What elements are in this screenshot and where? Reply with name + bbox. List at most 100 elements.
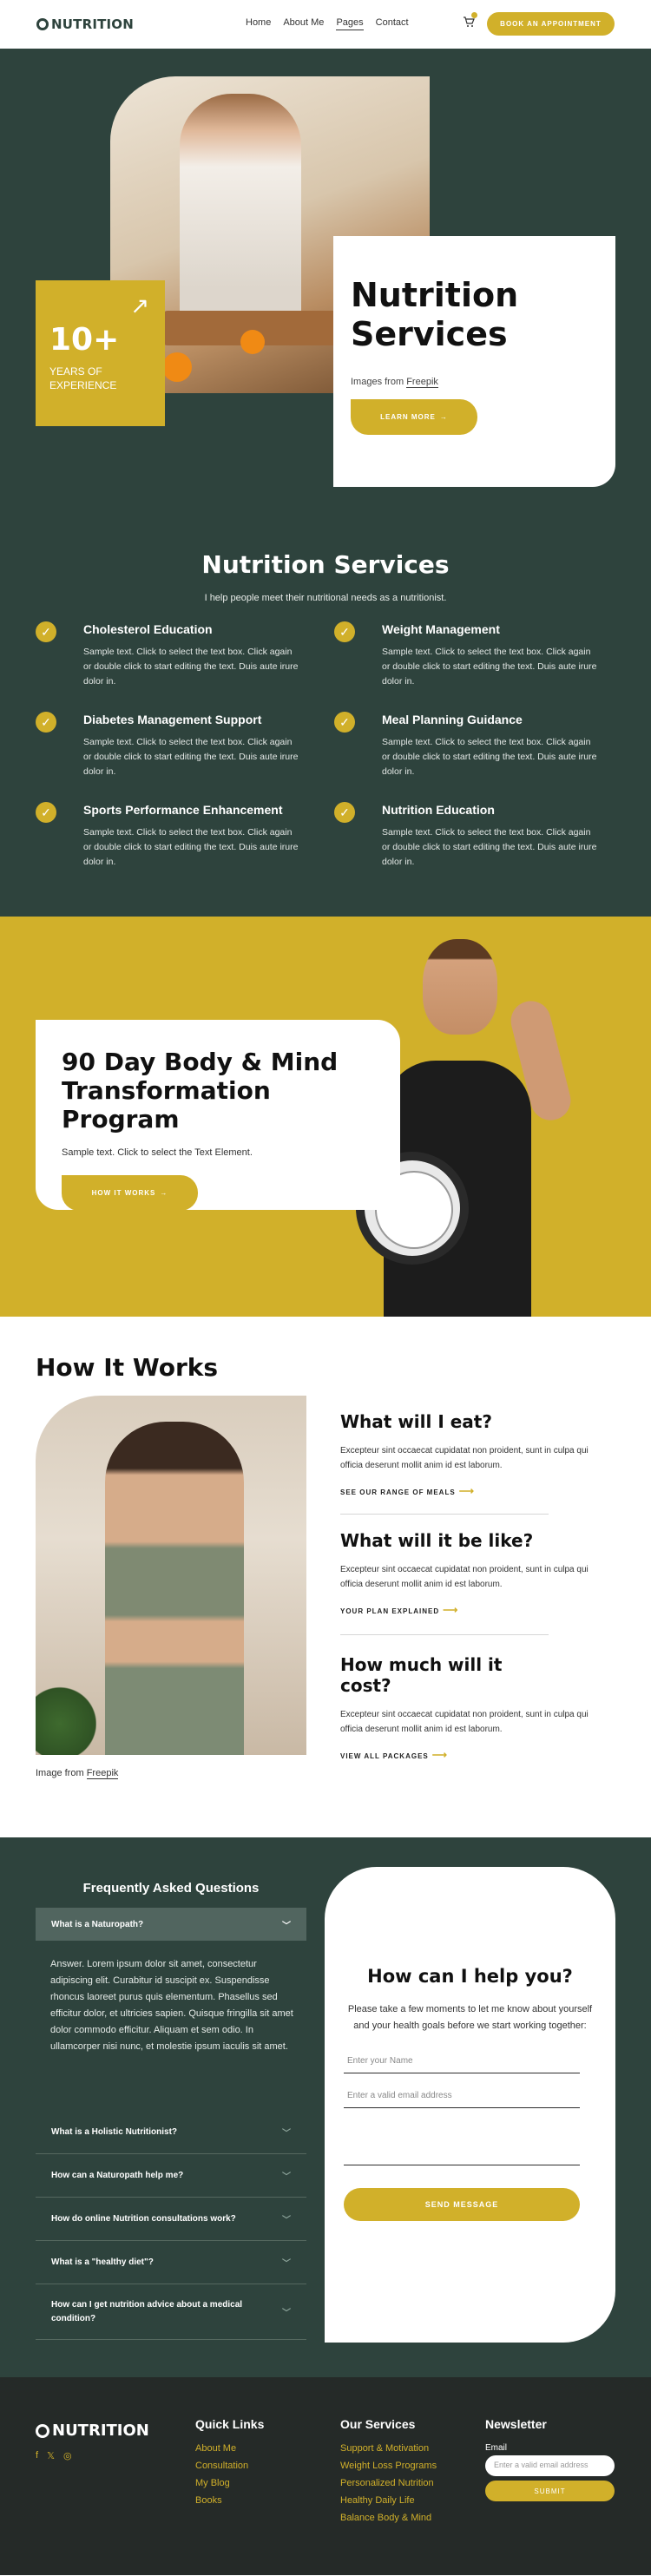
- hero-card: Nutrition Services Images from Freepik L…: [333, 236, 615, 487]
- how-item: How much will it cost? Excepteur sint oc…: [340, 1654, 589, 1761]
- arrow-right-icon: →: [160, 1189, 168, 1198]
- learn-more-label: LEARN MORE: [380, 412, 436, 421]
- experience-label: YEARS OF EXPERIENCE: [49, 365, 117, 392]
- how-photo-plant: [36, 1677, 96, 1755]
- logo-icon: [36, 2423, 49, 2438]
- faq-item[interactable]: What is a "healthy diet"? ﹀: [36, 2241, 306, 2284]
- newsletter-submit-button[interactable]: SUBMIT: [485, 2481, 615, 2501]
- meals-link-label: SEE OUR RANGE OF MEALS: [340, 1488, 456, 1496]
- how-credit: Image from Freepik: [36, 1768, 119, 1779]
- site-footer: NUTRITION f 𝕏 ◎ Quick Links About Me Con…: [0, 2377, 651, 2575]
- meals-link[interactable]: SEE OUR RANGE OF MEALS ⟶: [340, 1485, 549, 1497]
- footer-link[interactable]: Weight Loss Programs: [340, 2461, 437, 2471]
- chevron-down-icon: ﹀: [282, 2129, 291, 2139]
- how-section: How It Works Image from Freepik What wil…: [0, 1317, 651, 1837]
- service-item: ✓ Cholesterol Education Sample text. Cli…: [36, 621, 298, 688]
- program-card: 90 Day Body & Mind Transformation Progra…: [36, 1020, 400, 1212]
- how-it-works-button[interactable]: HOW IT WORKS →: [62, 1175, 198, 1212]
- service-item: ✓ Weight Management Sample text. Click t…: [334, 621, 596, 688]
- footer-link[interactable]: Books: [195, 2495, 264, 2506]
- nav-home[interactable]: Home: [246, 17, 271, 30]
- plan-link-label: YOUR PLAN EXPLAINED: [340, 1607, 440, 1615]
- hero-credit-link[interactable]: Freepik: [406, 376, 438, 388]
- experience-badge: ↗ 10+ YEARS OF EXPERIENCE: [36, 280, 165, 426]
- nav-about[interactable]: About Me: [283, 17, 324, 30]
- footer-link[interactable]: My Blog: [195, 2478, 264, 2488]
- faq-item[interactable]: How can I get nutrition advice about a m…: [36, 2284, 306, 2340]
- faq-item-open[interactable]: What is a Naturopath? ﹀: [36, 1908, 306, 1941]
- x-icon[interactable]: 𝕏: [47, 2450, 55, 2461]
- newsletter-title: Newsletter: [485, 2417, 547, 2431]
- book-appointment-button[interactable]: BOOK AN APPOINTMENT: [487, 12, 615, 36]
- service-title: Meal Planning Guidance: [382, 713, 523, 726]
- plan-link[interactable]: YOUR PLAN EXPLAINED ⟶: [340, 1604, 549, 1616]
- instagram-icon[interactable]: ◎: [63, 2450, 72, 2461]
- footer-logo[interactable]: NUTRITION: [36, 2422, 149, 2440]
- arrow-right-icon: ⟶: [458, 1485, 475, 1497]
- name-field[interactable]: Enter your Name: [344, 2053, 580, 2073]
- logo-icon: [36, 18, 49, 30]
- hero-section: ↗ 10+ YEARS OF EXPERIENCE Nutrition Serv…: [0, 49, 651, 502]
- service-text: Sample text. Click to select the text bo…: [382, 827, 597, 867]
- footer-link[interactable]: Personalized Nutrition: [340, 2478, 437, 2488]
- how-photo-person: [105, 1422, 244, 1755]
- footer-link[interactable]: Consultation: [195, 2461, 264, 2471]
- check-icon: ✓: [334, 802, 355, 823]
- chevron-down-icon: ﹀: [282, 2216, 291, 2225]
- check-icon: ✓: [36, 621, 56, 642]
- our-services-title: Our Services: [340, 2417, 416, 2431]
- faq-item[interactable]: What is a Holistic Nutritionist? ﹀: [36, 2111, 306, 2154]
- newsletter: Newsletter Email Enter a valid email add…: [485, 2417, 615, 2501]
- social-links: f 𝕏 ◎: [36, 2450, 72, 2461]
- faq-item[interactable]: How can a Naturopath help me? ﹀: [36, 2154, 306, 2198]
- facebook-icon[interactable]: f: [36, 2450, 38, 2461]
- footer-link[interactable]: Healthy Daily Life: [340, 2495, 437, 2506]
- faq-question: What is a Naturopath?: [51, 1919, 144, 1929]
- faq-question: How do online Nutrition consultations wo…: [51, 2214, 236, 2224]
- check-icon: ✓: [36, 802, 56, 823]
- nav-pages[interactable]: Pages: [336, 17, 364, 30]
- how-title: How It Works: [36, 1353, 219, 1382]
- cart-icon[interactable]: [463, 12, 477, 28]
- how-credit-link[interactable]: Freepik: [86, 1768, 119, 1779]
- packages-link[interactable]: VIEW ALL PACKAGES ⟶: [340, 1749, 549, 1761]
- how-answer: Excepteur sint occaecat cupidatat non pr…: [340, 1446, 589, 1470]
- brand-logo[interactable]: NUTRITION: [36, 16, 134, 32]
- how-answer: Excepteur sint occaecat cupidatat non pr…: [340, 1565, 589, 1589]
- divider: [340, 1634, 549, 1635]
- service-item: ✓ Nutrition Education Sample text. Click…: [334, 802, 596, 869]
- footer-link[interactable]: Support & Motivation: [340, 2443, 437, 2454]
- service-title: Weight Management: [382, 622, 500, 636]
- faq-item[interactable]: How do online Nutrition consultations wo…: [36, 2198, 306, 2241]
- nav-contact[interactable]: Contact: [376, 17, 409, 30]
- learn-more-button[interactable]: LEARN MORE →: [351, 398, 477, 435]
- chevron-down-icon: ﹀: [282, 2259, 291, 2269]
- footer-link[interactable]: About Me: [195, 2443, 264, 2454]
- main-nav: Home About Me Pages Contact: [246, 17, 409, 30]
- faq-section: Frequently Asked Questions What is a Nat…: [0, 1837, 651, 2377]
- footer-link[interactable]: Balance Body & Mind: [340, 2513, 437, 2523]
- contact-intro: Please take a few moments to let me know…: [347, 2004, 593, 2031]
- how-credit-prefix: Image from: [36, 1768, 84, 1778]
- quick-links-title: Quick Links: [195, 2417, 265, 2431]
- program-text: Sample text. Click to select the Text El…: [62, 1147, 253, 1159]
- our-services: Our Services Support & Motivation Weight…: [340, 2417, 437, 2530]
- service-item: ✓ Meal Planning Guidance Sample text. Cl…: [334, 712, 596, 779]
- newsletter-email-input[interactable]: Enter a valid email address: [485, 2455, 615, 2476]
- hero-photo-orange: [240, 330, 265, 354]
- how-item: What will I eat? Excepteur sint occaecat…: [340, 1411, 589, 1497]
- service-text: Sample text. Click to select the text bo…: [83, 827, 299, 867]
- send-message-button[interactable]: SEND MESSAGE: [344, 2188, 580, 2221]
- arrow-up-right-icon: ↗: [130, 292, 149, 319]
- cart-count-dot: [471, 12, 477, 18]
- how-question: What will it be like?: [340, 1530, 534, 1551]
- chevron-down-icon: ﹀: [282, 2172, 291, 2182]
- how-photo: [36, 1396, 306, 1755]
- email-field[interactable]: Enter a valid email address: [344, 2087, 580, 2108]
- quick-links: Quick Links About Me Consultation My Blo…: [195, 2417, 264, 2513]
- program-title: 90 Day Body & Mind Transformation Progra…: [62, 1048, 339, 1134]
- experience-number: 10+: [49, 322, 120, 358]
- hero-photo-person: [180, 94, 301, 337]
- service-text: Sample text. Click to select the text bo…: [83, 737, 299, 777]
- message-field[interactable]: [344, 2139, 580, 2165]
